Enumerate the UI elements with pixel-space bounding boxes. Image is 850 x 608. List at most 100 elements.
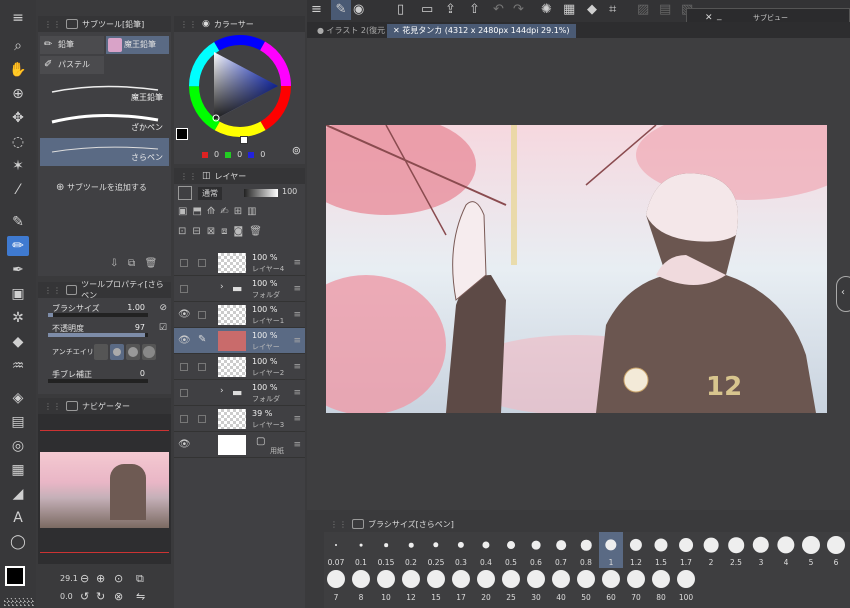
brush-size-option[interactable]: 70 [624, 570, 648, 602]
layer-row-selected[interactable]: 👁 ✎ 100 % レイヤー ≡ [174, 328, 305, 354]
brushsize-tab-label[interactable]: ブラシサイズ[さらペン] [368, 519, 454, 530]
edit-target-box[interactable] [180, 389, 188, 397]
edit-target-box[interactable] [180, 363, 188, 371]
pressure-icon[interactable]: ☑ [159, 323, 167, 333]
tab-illust2[interactable]: ● イラスト 2(復元 [311, 24, 391, 38]
eraser-icon[interactable]: ◆ [7, 332, 29, 352]
layer-menu-icon[interactable]: ≡ [293, 336, 301, 346]
brush-size-option[interactable]: 0.07 [324, 532, 348, 568]
edit-target-box[interactable] [180, 415, 188, 423]
lock-trans-icon[interactable]: ⊞ [234, 206, 242, 222]
frame-icon[interactable]: ▦ [7, 460, 29, 480]
subtool-group-maou[interactable]: 魔王鉛筆 [106, 36, 169, 54]
brush-size-option[interactable]: 50 [574, 570, 598, 602]
navigator-preview[interactable] [40, 452, 169, 528]
reset-rotation-icon[interactable]: ⊗ [114, 590, 123, 603]
eye-icon[interactable]: 👁 [178, 335, 191, 346]
ref-icon[interactable]: ⟰ [207, 206, 215, 222]
balloon-icon[interactable]: ◯ [7, 532, 29, 552]
layer-menu-icon[interactable]: ≡ [293, 414, 301, 424]
clip-icon[interactable]: ⬒ [192, 206, 201, 222]
zoom-out-icon[interactable]: ⊖ [80, 572, 89, 585]
antialias-mid-option[interactable] [126, 344, 140, 360]
layer-row[interactable]: 👁 100 % レイヤー1 ≡ [174, 302, 305, 328]
mask-icon[interactable]: ▥ [247, 206, 256, 222]
brush-icon[interactable]: ✒ [7, 260, 29, 280]
main-color-swatch[interactable] [5, 566, 25, 586]
layer-menu-icon[interactable]: ≡ [293, 310, 301, 320]
edit-target-box[interactable] [180, 285, 188, 293]
magic-wand-icon[interactable]: ✶ [7, 156, 29, 176]
layer-row[interactable]: 39 % レイヤー3 ≡ [174, 406, 305, 432]
brush-size-option[interactable]: 0.1 [349, 532, 373, 568]
brush-size-option[interactable]: 7 [324, 570, 348, 602]
undo-icon[interactable]: ↶ [493, 0, 504, 20]
antialias-none-option[interactable] [94, 344, 108, 360]
layer-select-icon[interactable]: ⊕ [7, 84, 29, 104]
brush-size-option[interactable]: 8 [349, 570, 373, 602]
copy-icon[interactable]: ⇩ [110, 258, 118, 269]
layer-opacity-value[interactable]: 100 [282, 187, 297, 196]
layer-menu-icon[interactable]: ≡ [293, 362, 301, 372]
brush-size-slider[interactable] [48, 313, 148, 317]
stabilize-slider[interactable] [48, 379, 148, 383]
brush-size-option[interactable]: 0.6 [524, 532, 548, 568]
brush-size-option[interactable]: 0.4 [474, 532, 498, 568]
edit-mode-icon[interactable]: ✎ [331, 0, 351, 20]
layer-menu-icon[interactable]: ≡ [293, 284, 301, 294]
pen-icon[interactable]: ✎ [7, 212, 29, 232]
transfer-icon[interactable]: ⊠ [207, 226, 215, 242]
layer-menu-icon[interactable]: ≡ [293, 440, 301, 450]
side-panel-toggle[interactable]: ‹ [836, 276, 850, 312]
subtool-group-pencil[interactable]: ✏ 鉛筆 [40, 36, 104, 54]
layer-row[interactable]: 100 % レイヤー2 ≡ [174, 354, 305, 380]
transform-icon[interactable]: ⌗ [609, 0, 616, 20]
subtool-tab-label[interactable]: サブツール[鉛筆] [82, 19, 144, 30]
lasso-icon[interactable]: ◌ [7, 132, 29, 152]
current-color-swatch[interactable] [176, 128, 188, 140]
brush-size-option[interactable]: 0.25 [424, 532, 448, 568]
hand-icon[interactable]: ✋ [7, 60, 29, 80]
stabilize-property[interactable]: 手ブレ補正 0 [38, 366, 171, 384]
new-folder-icon[interactable]: ⊟ [192, 226, 200, 242]
layer-row-folder[interactable]: › ▬ 100 % フォルダ ≡ [174, 380, 305, 406]
brush-size-option[interactable]: 60 [599, 570, 623, 602]
brush-size-option[interactable]: 20 [474, 570, 498, 602]
brush-size-option[interactable]: 1 [599, 532, 623, 568]
antialias-strong-option[interactable] [142, 344, 156, 360]
layer-row-folder[interactable]: › ▬ 100 % フォルダ ≡ [174, 276, 305, 302]
export-icon[interactable]: ⇧ [469, 0, 480, 20]
figure-icon[interactable]: ◎ [7, 436, 29, 456]
navigator-tab-label[interactable]: ナビゲーター [82, 401, 130, 412]
clear-icon[interactable]: ▦ [563, 0, 575, 20]
color-settings-icon[interactable]: ⊚ [292, 144, 301, 157]
draft-icon[interactable]: ✍ [220, 206, 228, 222]
fill-icon[interactable]: ◈ [7, 388, 29, 408]
brush-size-option[interactable]: 4 [774, 532, 798, 568]
brush-item-maou[interactable]: 魔王鉛筆 [40, 78, 169, 106]
fit-icon[interactable]: ⧉ [136, 572, 144, 586]
expression-color-icon[interactable] [178, 186, 192, 200]
lock-box[interactable] [198, 311, 206, 319]
antialias-property[interactable]: アンチエイリ [38, 344, 171, 362]
expand-chevron-icon[interactable]: › [220, 386, 224, 396]
brush-size-option[interactable]: 2 [699, 532, 723, 568]
brush-size-option[interactable]: 5 [799, 532, 823, 568]
text-icon[interactable]: A [7, 508, 29, 528]
brush-size-option[interactable]: 25 [499, 570, 523, 602]
lock-box[interactable] [198, 259, 206, 267]
zoom-readout[interactable]: 29.1 [60, 574, 78, 583]
brush-size-option[interactable]: 80 [649, 570, 673, 602]
tab-hanami[interactable]: ✕ 花見タンカ (4312 x 2480px 144dpi 29.1%) [387, 24, 576, 38]
ruler-icon[interactable]: ◢ [7, 484, 29, 504]
brush-size-option[interactable]: 17 [449, 570, 473, 602]
transparent-swatch[interactable] [4, 598, 34, 606]
layer-row[interactable]: 100 % レイヤー4 ≡ [174, 250, 305, 276]
color-tab-label[interactable]: カラーサー [214, 19, 254, 30]
airbrush-icon[interactable]: ▣ [7, 284, 29, 304]
eye-icon[interactable]: 👁 [178, 439, 191, 450]
decoration-icon[interactable]: ✲ [7, 308, 29, 328]
lock-box[interactable] [198, 363, 206, 371]
duplicate-icon[interactable]: ⧉ [128, 258, 135, 269]
pencil-icon[interactable]: ✏ [7, 236, 29, 256]
